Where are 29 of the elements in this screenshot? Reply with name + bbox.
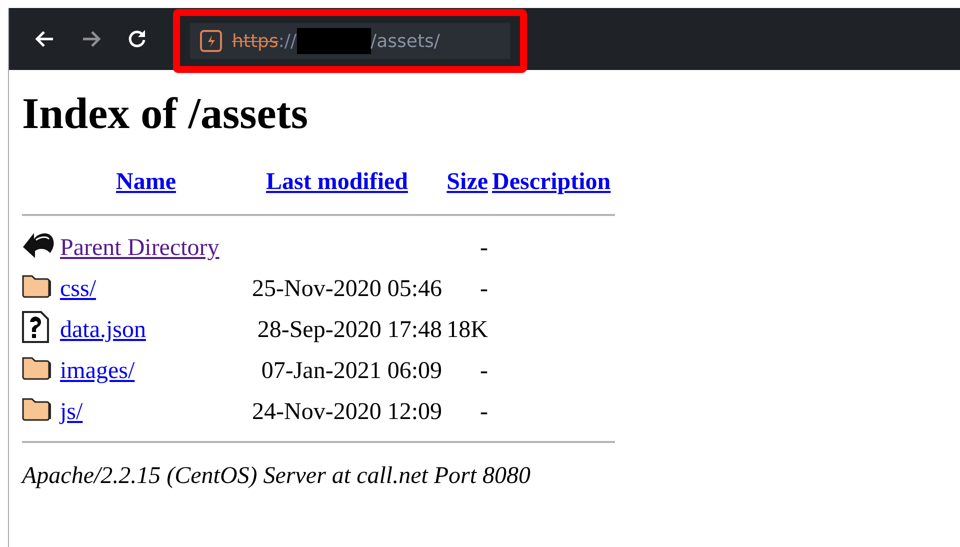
column-header-link[interactable]: Description (492, 169, 611, 195)
file-link[interactable]: js/ (60, 399, 83, 425)
folder-icon (22, 396, 53, 422)
url-separator: :// (278, 30, 297, 52)
url-path: /assets/ (370, 30, 440, 52)
back-arrow-icon (22, 231, 54, 259)
address-bar[interactable]: https:// /assets/ (190, 23, 510, 59)
file-link[interactable]: css/ (60, 276, 96, 302)
file-size: - (480, 399, 488, 425)
unknown-file-icon (22, 311, 49, 343)
column-header-link[interactable]: Name (116, 169, 176, 195)
modified-date: 07-Jan-2021 06:09 (261, 358, 442, 384)
file-size: 18K (446, 317, 488, 343)
file-link[interactable]: images/ (60, 358, 135, 384)
file-link[interactable]: data.json (60, 317, 146, 343)
page-heading: Index of /assets (22, 88, 310, 139)
server-signature: Apache/2.2.15 (CentOS) Server at call.net Port 8080 (22, 463, 532, 490)
file-link[interactable]: Parent Directory (60, 235, 220, 261)
folder-icon (22, 354, 53, 382)
folder-icon (22, 272, 53, 300)
url-scheme: https (232, 30, 278, 52)
column-header-link[interactable]: Size (446, 169, 488, 195)
file-size: - (480, 235, 488, 261)
column-header-link[interactable]: Last modified (266, 169, 408, 195)
modified-date: 25-Nov-2020 05:46 (252, 276, 442, 302)
file-size: - (480, 358, 488, 384)
file-size: - (480, 276, 488, 302)
modified-date: 28-Sep-2020 17:48 (257, 317, 442, 343)
modified-date: 24-Nov-2020 12:09 (252, 399, 442, 425)
